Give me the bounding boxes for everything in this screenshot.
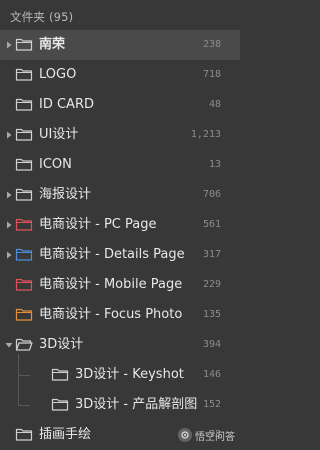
folder-row[interactable]: ICON 13 [0, 150, 240, 180]
folder-icon [15, 37, 33, 52]
watermark-text: 悟空问答 [195, 431, 235, 443]
folder-row[interactable]: ID CARD 48 [0, 90, 240, 120]
folder-row[interactable]: 电商设计 - Details Page 317 [0, 240, 240, 270]
disclosure-right-icon[interactable] [4, 248, 14, 262]
folder-count: 238 [202, 39, 221, 50]
folder-label: 3D设计 - 产品解剖图 [75, 397, 198, 412]
folder-icon [15, 427, 33, 442]
folder-label: ID CARD [39, 97, 94, 112]
folder-icon [15, 277, 33, 292]
folder-icon [15, 127, 33, 142]
watermark: 悟空问答 [178, 426, 235, 444]
tree-branch-line [18, 405, 30, 406]
folder-row[interactable]: 海报设计 706 [0, 180, 240, 210]
folder-row[interactable]: 3D设计 394 [0, 330, 240, 360]
folder-count: 394 [202, 339, 221, 350]
folder-count: 146 [202, 369, 221, 380]
folder-row[interactable]: 南荣 238 [0, 30, 240, 60]
folder-icon [15, 247, 33, 262]
folder-panel: 文件夹 (95) 南荣 238 LOGO 718 ID CARD 48 UI设计 1,213 I… [0, 0, 240, 450]
folder-row[interactable]: 电商设计 - Mobile Page 229 [0, 270, 240, 300]
folder-icon [15, 187, 33, 202]
folder-row[interactable]: 3D设计 - Keyshot 146 [0, 360, 240, 390]
disclosure-right-icon[interactable] [4, 128, 14, 142]
folder-count: 317 [202, 249, 221, 260]
folder-icon [15, 97, 33, 112]
folder-row[interactable]: 电商设计 - Focus Photo 135 [0, 300, 240, 330]
folder-label: UI设计 [39, 127, 79, 142]
folder-icon [15, 157, 33, 172]
folder-count: 1,213 [190, 129, 221, 140]
folder-label: ICON [39, 157, 72, 172]
folder-label: 海报设计 [39, 187, 92, 202]
tree-vertical-line [18, 354, 19, 405]
folder-label: 3D设计 - Keyshot [75, 367, 184, 382]
folder-row[interactable]: LOGO 718 [0, 60, 240, 90]
folder-row[interactable]: 3D设计 - 产品解剖图 152 [0, 390, 240, 420]
folder-label: 3D设计 [39, 337, 84, 352]
folder-icon [15, 307, 33, 322]
folder-count: 48 [208, 99, 221, 110]
folder-label: 南荣 [39, 37, 66, 52]
folder-label: 电商设计 - Details Page [39, 247, 185, 262]
folder-icon [15, 67, 33, 82]
disclosure-right-icon[interactable] [4, 218, 14, 232]
disclosure-right-icon[interactable] [4, 188, 14, 202]
folder-count: 706 [202, 189, 221, 200]
folders-header: 文件夹 (95) [10, 10, 74, 24]
folder-count: 561 [202, 219, 221, 230]
folder-label: LOGO [39, 67, 77, 82]
folder-label: 电商设计 - Mobile Page [39, 277, 183, 292]
folder-label: 电商设计 - Focus Photo [39, 307, 183, 322]
folder-count: 135 [202, 309, 221, 320]
folder-count: 229 [202, 279, 221, 290]
watermark-logo-icon [178, 428, 192, 442]
folder-icon [51, 397, 69, 412]
tree-branch-line [18, 375, 30, 376]
folder-icon [51, 367, 69, 382]
folder-row[interactable]: UI设计 1,213 [0, 120, 240, 150]
disclosure-right-icon[interactable] [4, 38, 14, 52]
disclosure-down-icon[interactable] [4, 338, 14, 352]
folder-count: 718 [202, 69, 221, 80]
folder-count: 152 [202, 399, 221, 410]
folder-row[interactable]: 电商设计 - PC Page 561 [0, 210, 240, 240]
folder-count: 13 [208, 159, 221, 170]
folder-label: 电商设计 - PC Page [39, 217, 157, 232]
folder-label: 插画手绘 [39, 427, 92, 442]
folder-icon [15, 217, 33, 232]
folder-open-icon [15, 337, 33, 352]
